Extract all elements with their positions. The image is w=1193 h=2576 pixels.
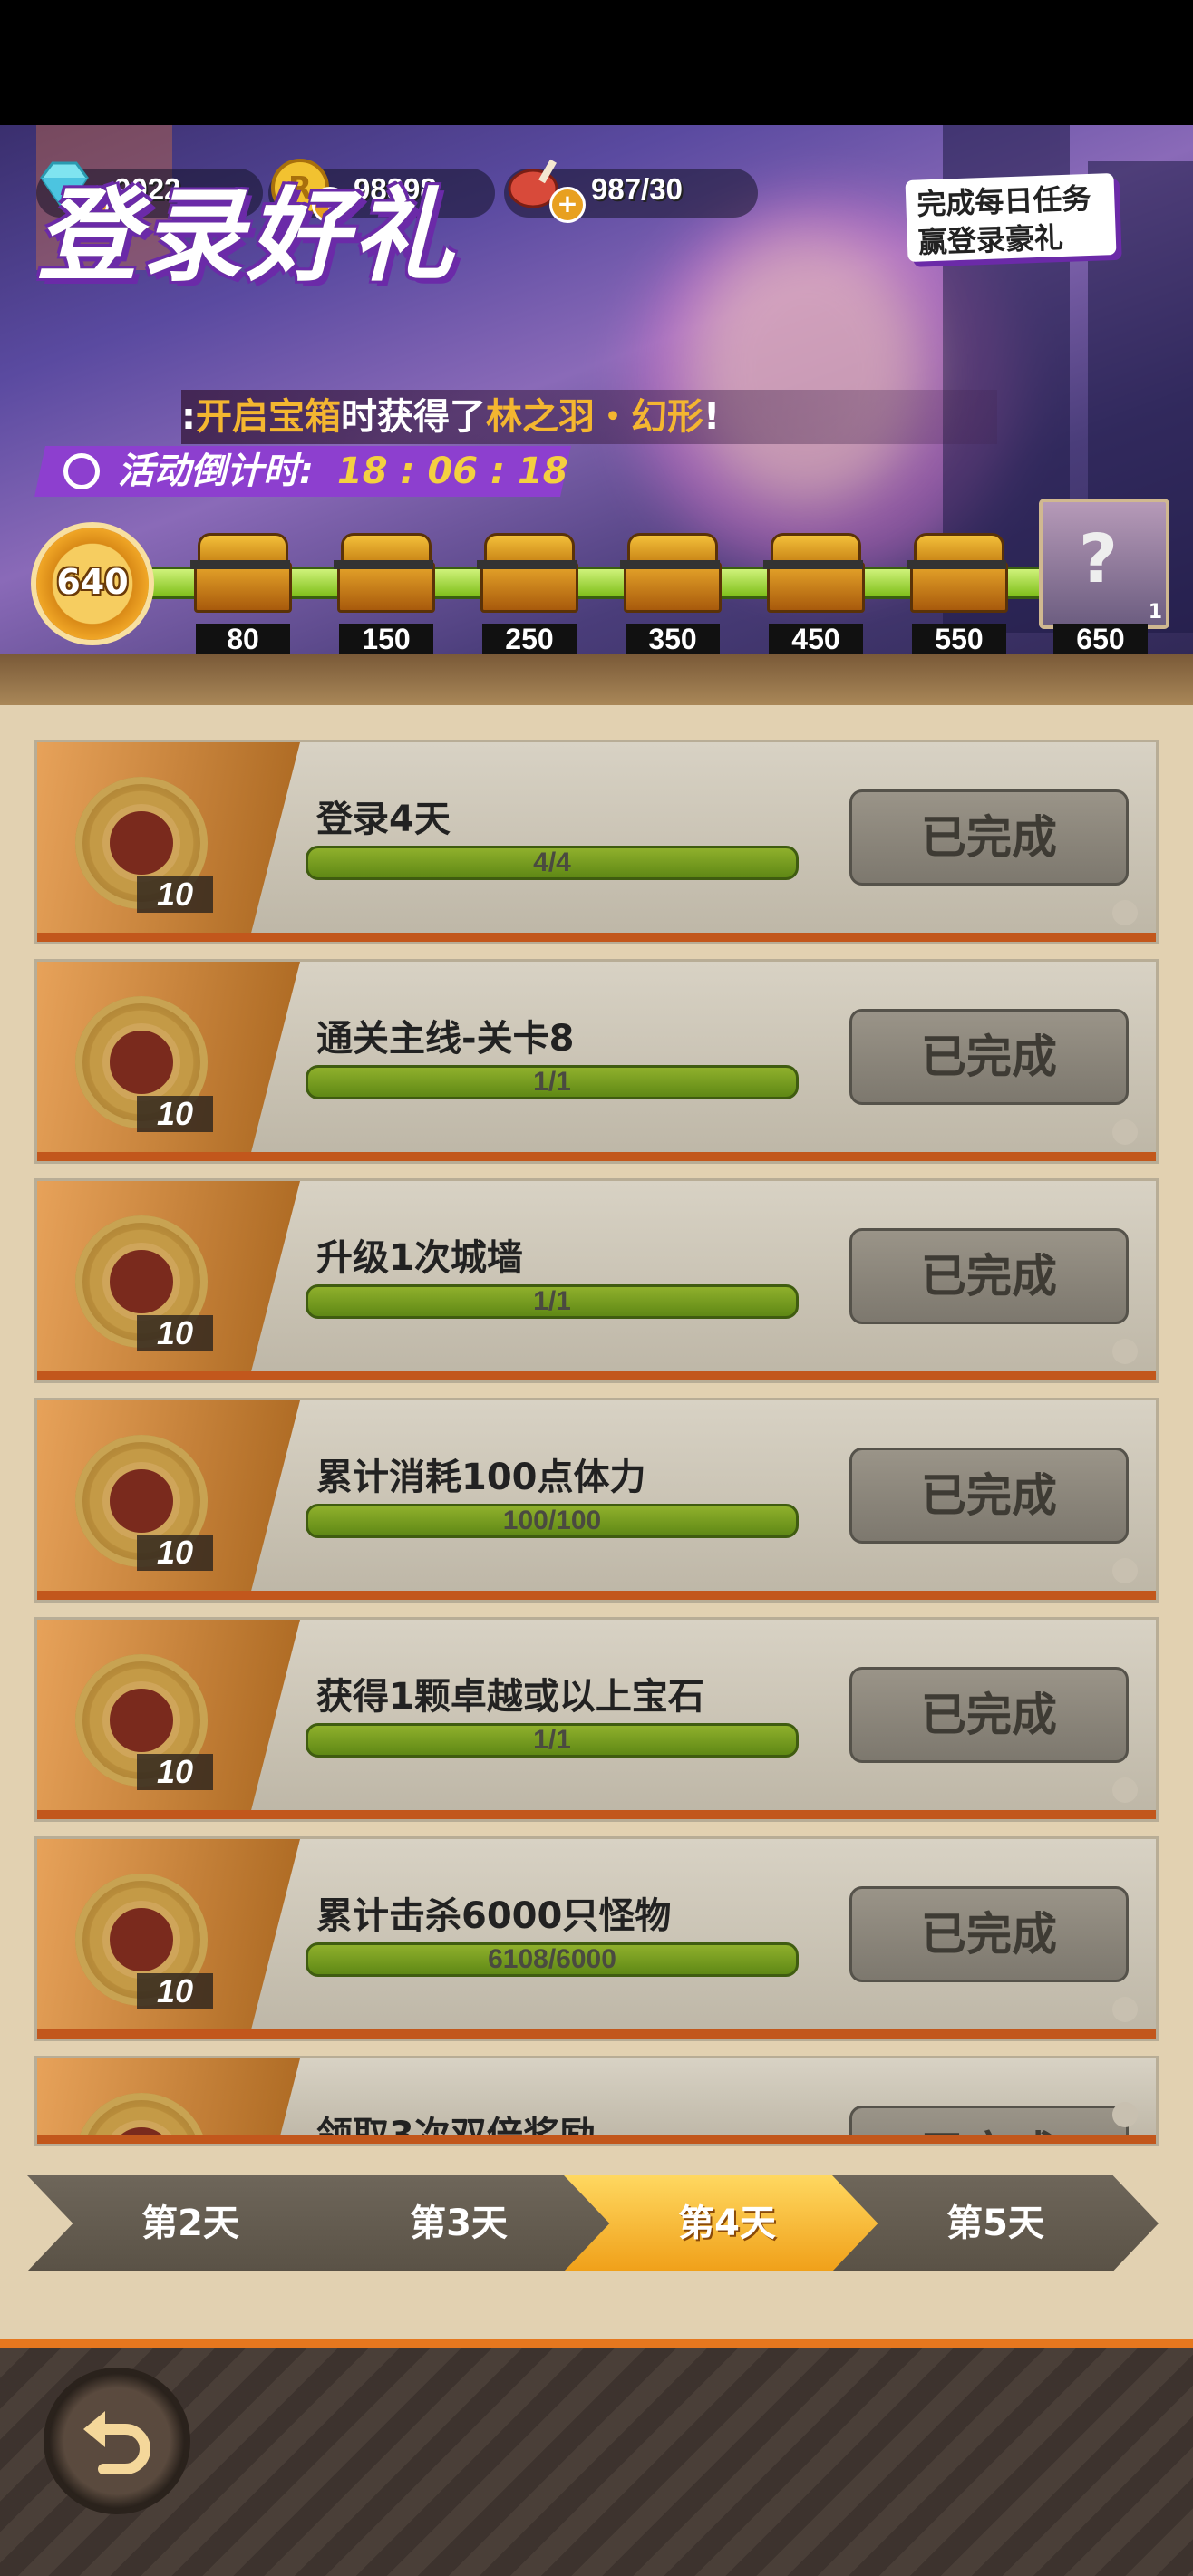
tab-day-4[interactable]: 第4天 xyxy=(564,2175,890,2271)
reward-marquee: :开启宝箱时获得了林之羽・幻形! xyxy=(181,390,997,444)
chest-icon[interactable] xyxy=(334,533,435,613)
task-dot xyxy=(1112,1997,1138,2022)
task-name: 获得1颗卓越或以上宝石 xyxy=(316,1676,704,1718)
task-progress-text: 4/4 xyxy=(533,847,571,877)
task-progress-text: 1/1 xyxy=(533,1725,571,1755)
task-reward-amount: 10 xyxy=(137,1315,213,1351)
milestone-label: 350 xyxy=(626,624,720,654)
task-reward-amount: 10 xyxy=(137,1973,213,2009)
final-reward-gem[interactable]: ? 1 xyxy=(1039,499,1169,629)
banner-edge xyxy=(0,654,1193,705)
marquee-highlight-1: 开启宝箱 xyxy=(196,396,341,438)
task-completed-button[interactable]: 已完成 xyxy=(849,1228,1129,1324)
task-bottom-edge xyxy=(37,1810,1156,1819)
milestone-label: 150 xyxy=(339,624,433,654)
task-completed-button[interactable]: 已完成 xyxy=(849,1667,1129,1763)
countdown-label: 活动倒计时: xyxy=(118,450,314,492)
back-button[interactable] xyxy=(44,2368,190,2514)
milestone-label: 450 xyxy=(769,624,863,654)
milestone-label: 250 xyxy=(482,624,577,654)
day-tabs: 第2天 第3天 第4天 第5天 xyxy=(27,2175,1160,2271)
task-bottom-edge xyxy=(37,1591,1156,1600)
task-reward-amount: 10 xyxy=(137,876,213,913)
marquee-highlight-2: 林之羽・幻形 xyxy=(486,396,703,438)
task-dot xyxy=(1112,2102,1138,2127)
task-dot xyxy=(1112,1558,1138,1583)
question-mark-icon: ? xyxy=(1079,520,1118,598)
marquee-suffix: ! xyxy=(703,396,721,438)
task-name: 累计消耗100点体力 xyxy=(316,1457,646,1498)
note-line-1: 完成每日任务 xyxy=(916,180,1091,222)
task-bottom-edge xyxy=(37,2135,1156,2144)
tab-day-5[interactable]: 第5天 xyxy=(832,2175,1159,2271)
back-arrow-icon xyxy=(83,2411,150,2474)
score-badge: 640 xyxy=(36,528,149,640)
tab-day-2[interactable]: 第2天 xyxy=(27,2175,354,2271)
tab-day-3[interactable]: 第3天 xyxy=(296,2175,622,2271)
task-progress-text: 6108/6000 xyxy=(488,1944,616,1974)
chest-icon[interactable] xyxy=(763,533,865,613)
task-dot xyxy=(1112,1777,1138,1803)
task-dot xyxy=(1112,900,1138,925)
milestone-label: 80 xyxy=(196,624,290,654)
add-stamina-button[interactable]: + xyxy=(549,187,586,223)
task-name: 通关主线-关卡8 xyxy=(316,1018,575,1060)
task-bottom-edge xyxy=(37,2029,1156,2039)
event-title: 登录好礼 xyxy=(36,178,457,295)
note-line-2: 赢登录豪礼 xyxy=(917,220,1064,260)
task-completed-button[interactable]: 已完成 xyxy=(849,1448,1129,1544)
countdown-time: 18 : 06 : 18 xyxy=(336,450,568,492)
chest-icon[interactable] xyxy=(190,533,292,613)
task-completed-button[interactable]: 已完成 xyxy=(849,1886,1129,1982)
task-reward-amount: 10 xyxy=(137,1754,213,1790)
task-row: 10 通关主线-关卡8 1/1 已完成 xyxy=(34,959,1159,1164)
task-progress-text: 1/1 xyxy=(533,1067,571,1097)
task-bottom-edge xyxy=(37,1371,1156,1380)
task-completed-button[interactable]: 已完成 xyxy=(849,1009,1129,1105)
task-name: 登录4天 xyxy=(316,799,451,840)
score-value: 640 xyxy=(56,562,129,602)
milestone-label: 650 xyxy=(1053,624,1148,654)
character-figure xyxy=(689,234,925,506)
task-dot xyxy=(1112,1119,1138,1145)
task-name: 升级1次城墙 xyxy=(316,1237,523,1279)
milestone-label: 550 xyxy=(912,624,1006,654)
task-progress-text: 1/1 xyxy=(533,1286,571,1316)
task-completed-button[interactable]: 已完成 xyxy=(849,789,1129,886)
task-progress-text: 100/100 xyxy=(502,1506,602,1535)
task-row: 10领取3次双倍奖励已完成 xyxy=(34,2056,1159,2146)
task-row: 10 累计击杀6000只怪物 6108/6000 已完成 xyxy=(34,1836,1159,2041)
task-reward-amount: 10 xyxy=(137,1535,213,1571)
task-bottom-edge xyxy=(37,1152,1156,1161)
task-row: 10 获得1颗卓越或以上宝石 1/1 已完成 xyxy=(34,1617,1159,1822)
task-dot xyxy=(1112,1339,1138,1364)
chest-icon[interactable] xyxy=(620,533,722,613)
task-reward-amount: 10 xyxy=(137,1096,213,1132)
task-row: 10 升级1次城墙 1/1 已完成 xyxy=(34,1178,1159,1383)
chest-icon[interactable] xyxy=(477,533,578,613)
chest-icon[interactable] xyxy=(907,533,1008,613)
countdown: 活动倒计时: 18 : 06 : 18 xyxy=(118,448,568,495)
task-bottom-edge xyxy=(37,933,1156,942)
task-name: 累计击杀6000只怪物 xyxy=(316,1895,672,1937)
stamina-value: 987/30 xyxy=(591,172,683,206)
status-bar xyxy=(0,0,1193,125)
event-note: 完成每日任务 赢登录豪礼 xyxy=(905,173,1117,262)
marquee-middle: 时获得了 xyxy=(341,396,486,438)
marquee-prefix: : xyxy=(181,396,196,438)
task-row: 10 登录4天 4/4 已完成 xyxy=(34,740,1159,944)
task-row: 10 累计消耗100点体力 100/100 已完成 xyxy=(34,1398,1159,1603)
clock-icon xyxy=(63,453,100,489)
final-reward-count: 1 xyxy=(1148,601,1162,624)
